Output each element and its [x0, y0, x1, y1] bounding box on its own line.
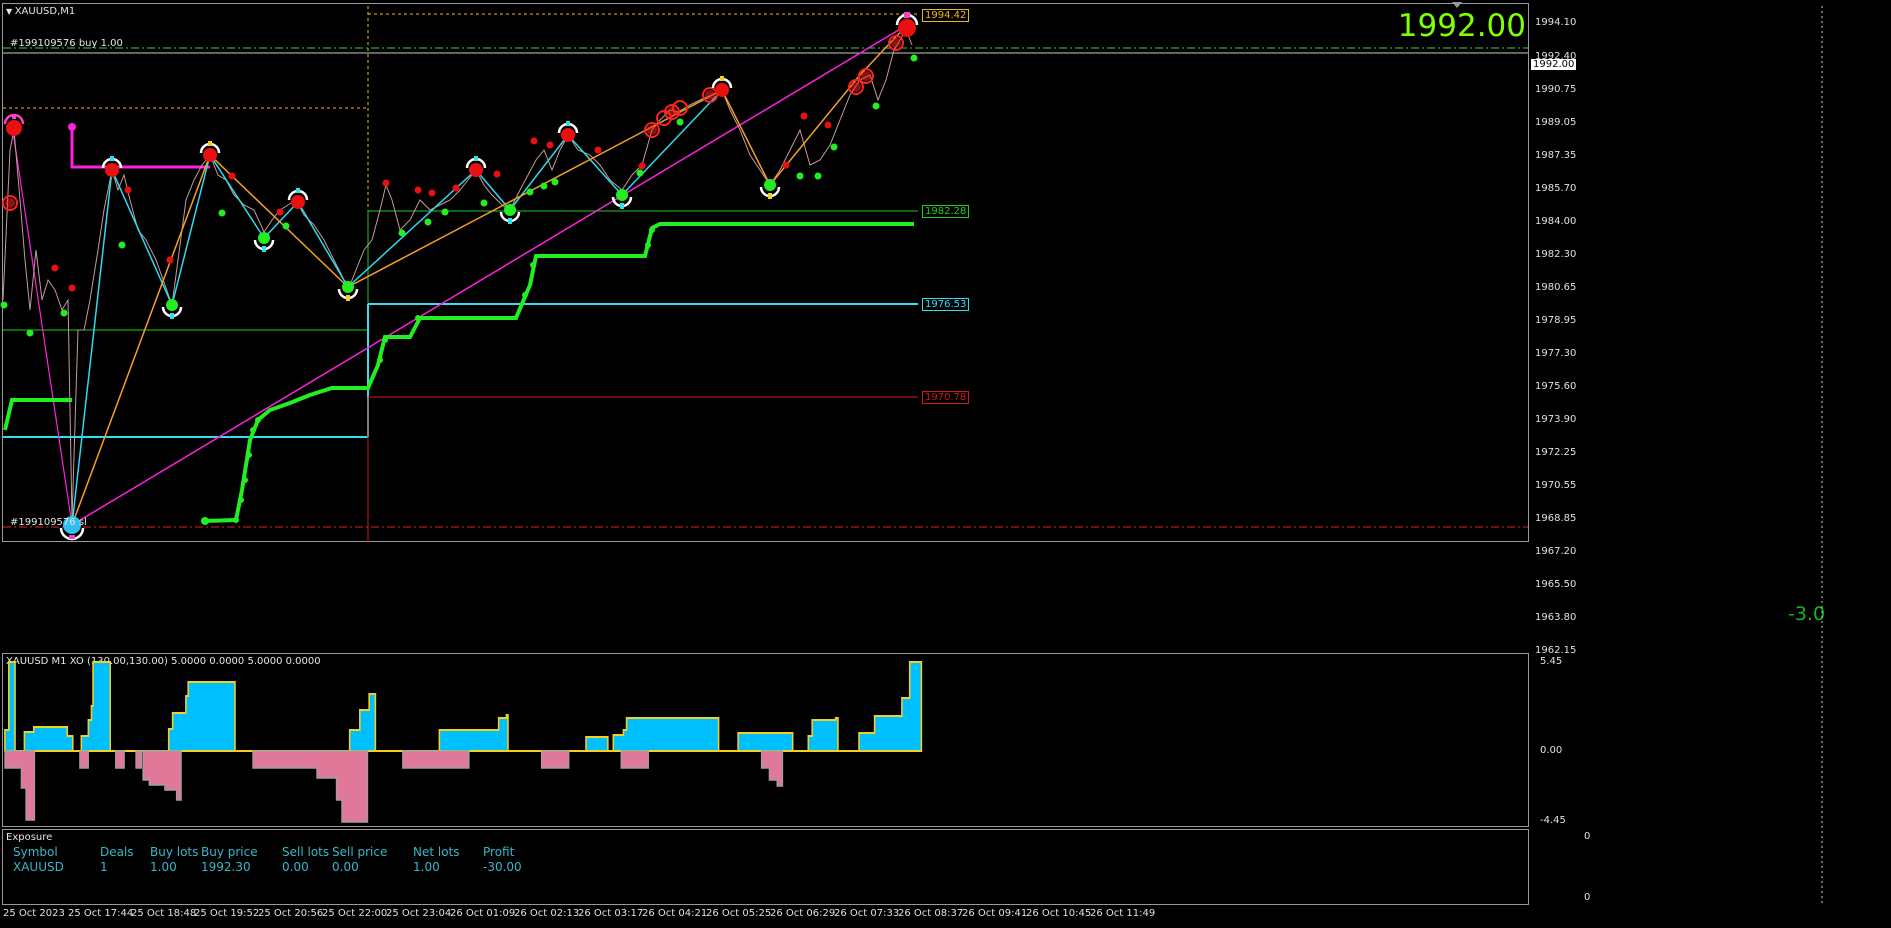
exposure-cell: 1.00 [413, 860, 440, 874]
time-axis-label: 25 Oct 17:44 [68, 908, 134, 919]
exposure-header: Deals [100, 845, 134, 859]
time-axis-label: 26 Oct 03:17 [578, 908, 644, 919]
exposure-cell: -30.00 [483, 860, 522, 874]
exposure-header: Symbol [13, 845, 58, 859]
time-axis-label: 25 Oct 20:56 [258, 908, 324, 919]
exposure-table: Symbol Deals Buy lots Buy price Sell lot… [13, 845, 543, 875]
time-axis-label: 26 Oct 04:21 [642, 908, 708, 919]
time-axis-label: 25 Oct 22:00 [322, 908, 388, 919]
time-axis-label: 26 Oct 09:41 [962, 908, 1028, 919]
exposure-cell: 1.00 [150, 860, 177, 874]
exposure-header: Sell price [332, 845, 388, 859]
time-axis-label: 26 Oct 06:29 [770, 908, 836, 919]
time-axis-label: 26 Oct 08:37 [898, 908, 964, 919]
exposure-cell: 1 [100, 860, 108, 874]
time-axis-label: 25 Oct 2023 [3, 908, 65, 919]
chart-shift-marker[interactable] [1452, 2, 1462, 8]
exposure-cell: 0.00 [332, 860, 359, 874]
exposure-data-row: XAUUSD 1 1.00 1992.30 0.00 0.00 1.00 -30… [13, 860, 543, 875]
exposure-axis-label: 0 [1584, 892, 1591, 903]
exposure-header: Buy price [201, 845, 258, 859]
time-axis-label: 25 Oct 18:48 [131, 908, 197, 919]
time-axis-label: 26 Oct 10:45 [1026, 908, 1092, 919]
exposure-axis-label: 0 [1584, 831, 1591, 842]
time-axis-label: 26 Oct 07:33 [834, 908, 900, 919]
time-axis-label: 26 Oct 11:49 [1090, 908, 1156, 919]
time-axis-label: 26 Oct 02:13 [514, 908, 580, 919]
exposure-header: Buy lots [150, 845, 199, 859]
exposure-header: Net lots [413, 845, 460, 859]
exposure-header-row: Symbol Deals Buy lots Buy price Sell lot… [13, 845, 543, 860]
exposure-header: Profit [483, 845, 515, 859]
time-axis-label: 25 Oct 23:04 [386, 908, 452, 919]
time-axis-label: 26 Oct 05:25 [706, 908, 772, 919]
exposure-header: Sell lots [282, 845, 330, 859]
time-axis-label: 26 Oct 01:09 [450, 908, 516, 919]
time-axis-label: 25 Oct 19:52 [194, 908, 260, 919]
exposure-cell: XAUUSD [13, 860, 64, 874]
exposure-cell: 1992.30 [201, 860, 251, 874]
exposure-divider [1821, 6, 1823, 905]
exposure-cell: 0.00 [282, 860, 309, 874]
